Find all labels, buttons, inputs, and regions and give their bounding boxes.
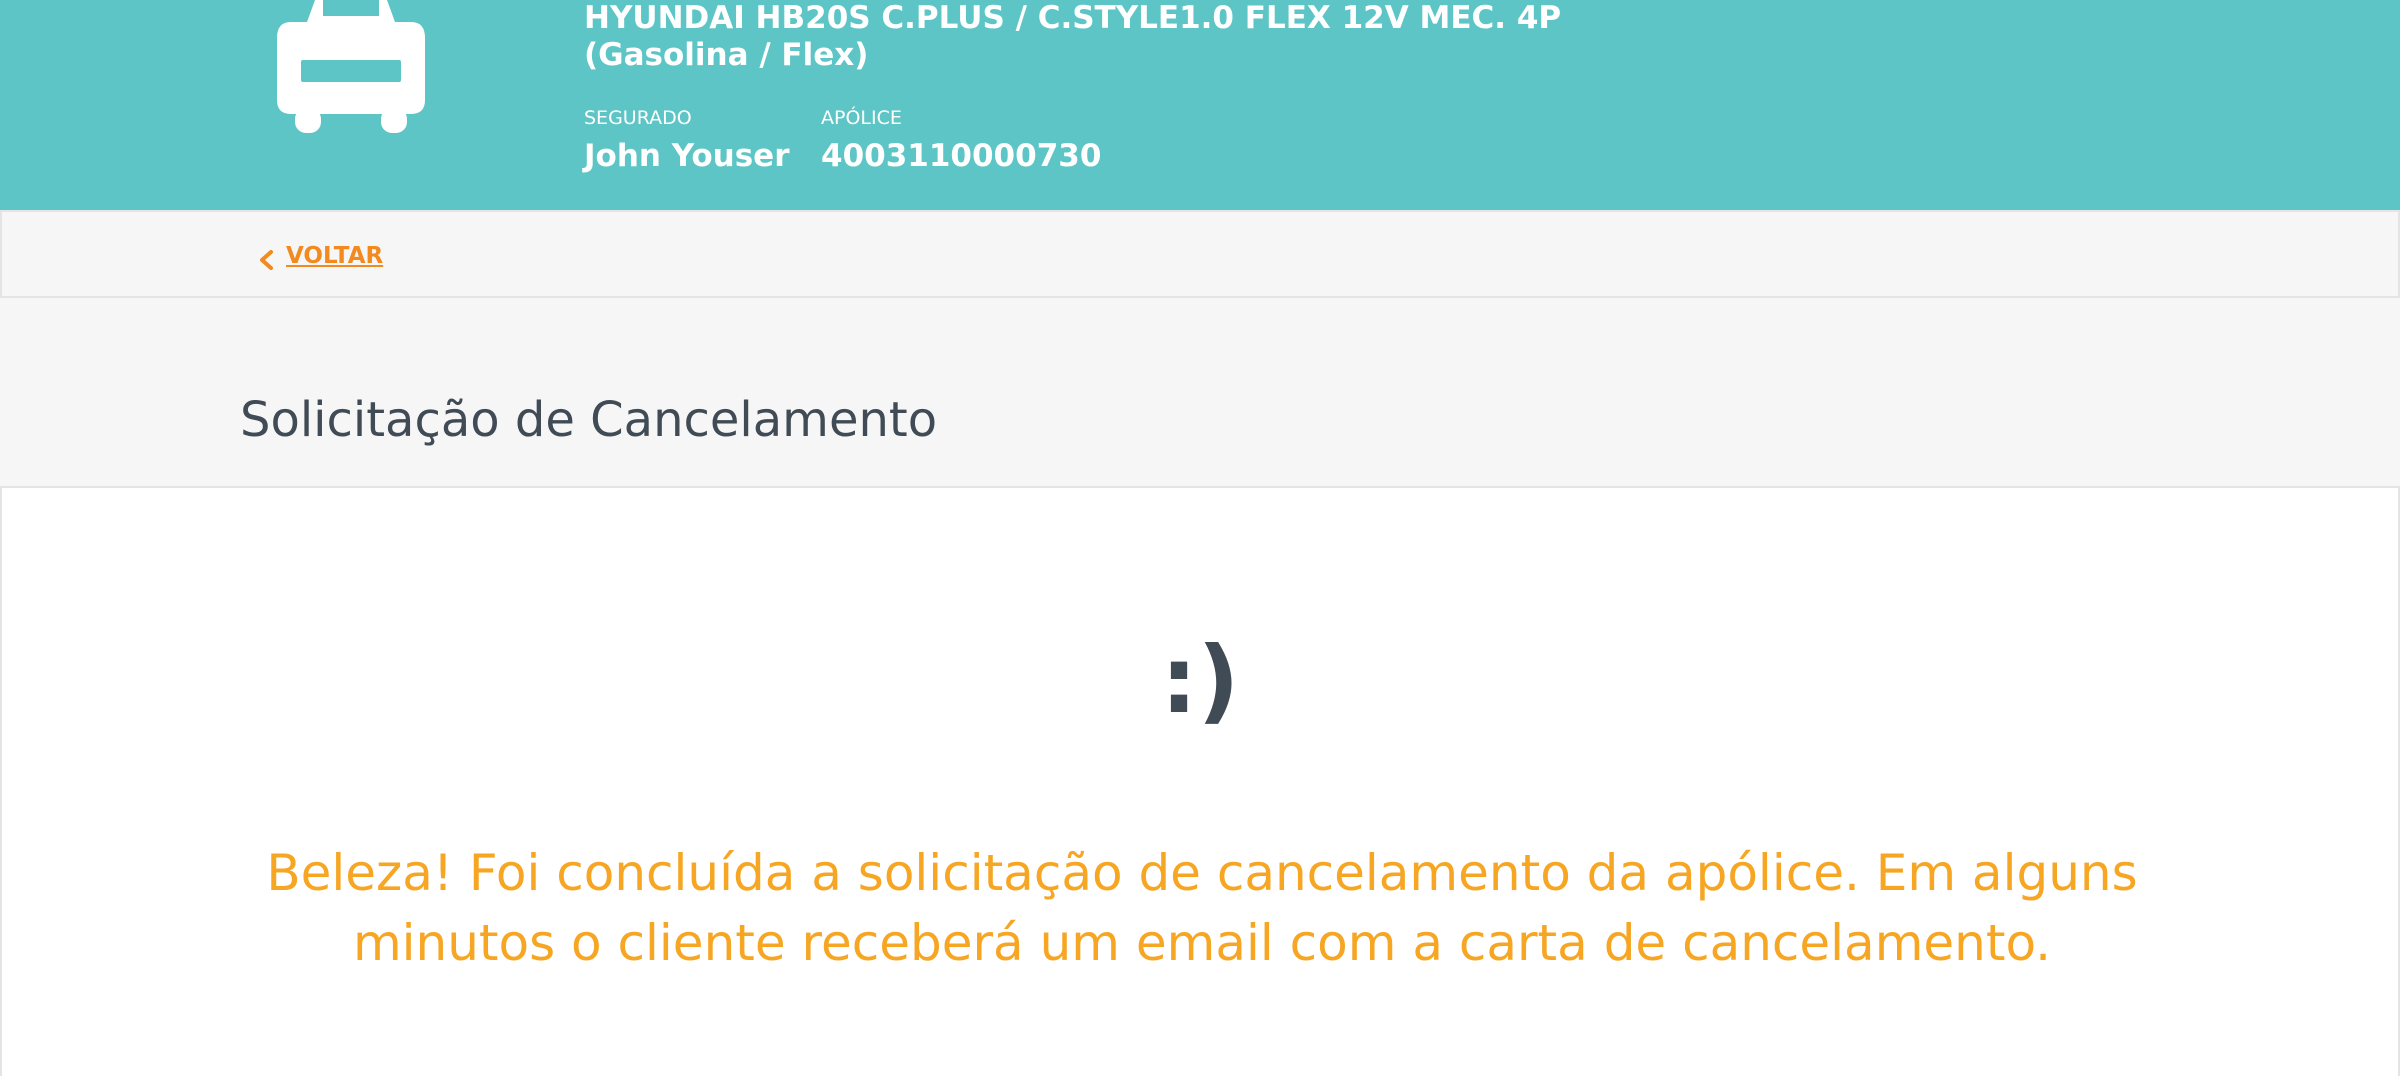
car-icon <box>277 0 425 133</box>
insured-label: SEGURADO <box>584 107 692 129</box>
insured-name: John Youser <box>584 138 790 174</box>
policy-number: 4003110000730 <box>821 138 1102 174</box>
smiley-emoticon: :) <box>1160 627 1240 734</box>
back-link[interactable]: VOLTAR <box>256 236 383 276</box>
confirmation-card: :) Beleza! Foi concluída a solicitação d… <box>0 486 2400 1076</box>
policy-header: HYUNDAI HB20S C.PLUS / C.STYLE1.0 FLEX 1… <box>0 0 2400 210</box>
vehicle-title: HYUNDAI HB20S C.PLUS / C.STYLE1.0 FLEX 1… <box>584 0 1562 73</box>
success-message: Beleza! Foi concluída a solicitação de c… <box>266 844 2138 972</box>
navigation-bar: VOLTAR <box>0 210 2400 298</box>
back-link-label: VOLTAR <box>286 243 384 269</box>
policy-label: APÓLICE <box>821 107 902 129</box>
chevron-left-icon <box>260 250 273 270</box>
page-title: Solicitação de Cancelamento <box>240 392 938 448</box>
